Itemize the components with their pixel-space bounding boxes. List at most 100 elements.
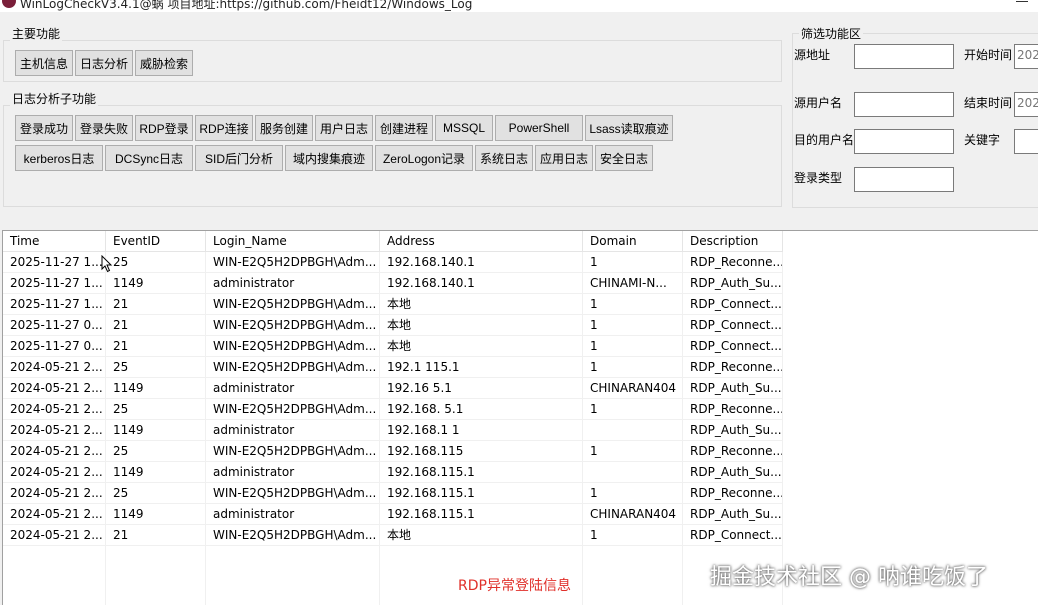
sid-backdoor-button[interactable]: SID后门分析 xyxy=(195,145,283,171)
table-row[interactable]: 2025-11-27 1... 1149 administrator 192.168.… xyxy=(3,273,783,294)
target-user-label: 目的用户名 xyxy=(794,133,855,147)
kerberos-log-button[interactable]: kerberos日志 xyxy=(15,145,103,171)
column-header-description[interactable]: Description xyxy=(683,231,783,252)
table-row[interactable]: 2024-05-21 2... 1149 administrator 192.168.… xyxy=(3,504,783,525)
table-cell: 25 xyxy=(106,252,206,273)
table-cell: 1 xyxy=(583,294,683,315)
table-row[interactable]: 2025-11-27 0... 21 WIN-E2Q5H2DPBGH\Adm... 本… xyxy=(3,315,783,336)
table-row[interactable]: 2024-05-21 2... 25 WIN-E2Q5H2DPBGH\Adm... 1… xyxy=(3,357,783,378)
sub-functions-title: 日志分析子功能 xyxy=(10,90,99,107)
mssql-button[interactable]: MSSQL xyxy=(435,115,493,141)
end-time-input[interactable]: 202 xyxy=(1014,92,1038,117)
table-cell xyxy=(583,462,683,483)
table-cell: 192.168. 5.1 xyxy=(380,399,583,420)
table-cell: 2024-05-21 2... xyxy=(3,441,106,462)
grid-header: Time EventID Login_Name Address Domain D… xyxy=(3,231,783,252)
table-cell: 1 xyxy=(583,483,683,504)
table-cell: administrator xyxy=(206,378,380,399)
table-cell: 2025-11-27 0... xyxy=(3,315,106,336)
lsass-read-button[interactable]: Lsass读取痕迹 xyxy=(585,115,673,141)
domain-collect-button[interactable]: 域内搜集痕迹 xyxy=(285,145,373,171)
table-cell: 192.168.115.1 xyxy=(380,483,583,504)
table-cell: CHINARAN404 xyxy=(583,378,683,399)
results-grid[interactable]: Time EventID Login_Name Address Domain D… xyxy=(2,230,1038,605)
table-cell: 1 xyxy=(583,525,683,546)
powershell-button[interactable]: PowerShell xyxy=(495,115,583,141)
column-divider xyxy=(782,252,783,605)
table-cell: 2024-05-21 2... xyxy=(3,504,106,525)
table-cell: 2024-05-21 2... xyxy=(3,462,106,483)
table-cell: 本地 xyxy=(380,525,583,546)
table-cell: 1 xyxy=(583,441,683,462)
service-create-button[interactable]: 服务创建 xyxy=(255,115,313,141)
start-time-input[interactable]: 202 xyxy=(1014,44,1038,69)
table-cell: 1 xyxy=(583,252,683,273)
source-user-input[interactable] xyxy=(854,92,954,117)
login-failure-button[interactable]: 登录失败 xyxy=(75,115,133,141)
source-address-label: 源地址 xyxy=(794,48,831,62)
table-row[interactable]: 2025-11-27 1... 25 WIN-E2Q5H2DPBGH\Adm... 1… xyxy=(3,252,783,273)
table-cell: WIN-E2Q5H2DPBGH\Adm... xyxy=(206,294,380,315)
log-analysis-button[interactable]: 日志分析 xyxy=(75,50,133,76)
table-cell: RDP_Connect... xyxy=(683,315,783,336)
column-header-address[interactable]: Address xyxy=(380,231,583,252)
table-cell: 25 xyxy=(106,399,206,420)
rdp-login-button[interactable]: RDP登录 xyxy=(135,115,193,141)
login-success-button[interactable]: 登录成功 xyxy=(15,115,73,141)
column-header-time[interactable]: Time xyxy=(3,231,106,252)
table-cell: 1149 xyxy=(106,378,206,399)
process-create-button[interactable]: 创建进程 xyxy=(375,115,433,141)
table-cell: RDP_Reconne... xyxy=(683,441,783,462)
table-row[interactable]: 2024-05-21 2... 1149 administrator 192.168.… xyxy=(3,420,783,441)
source-address-input[interactable] xyxy=(854,44,954,69)
table-cell: RDP_Reconne... xyxy=(683,357,783,378)
table-row[interactable]: 2025-11-27 1... 21 WIN-E2Q5H2DPBGH\Adm... 本… xyxy=(3,294,783,315)
table-cell: 21 xyxy=(106,294,206,315)
table-cell: 192.1 115.1 xyxy=(380,357,583,378)
zerologon-button[interactable]: ZeroLogon记录 xyxy=(375,145,473,171)
table-row[interactable]: 2024-05-21 2... 21 WIN-E2Q5H2DPBGH\Adm... 本… xyxy=(3,525,783,546)
table-cell: RDP_Reconne... xyxy=(683,483,783,504)
table-cell: 1 xyxy=(583,357,683,378)
table-cell: WIN-E2Q5H2DPBGH\Adm... xyxy=(206,315,380,336)
table-cell: 2024-05-21 2... xyxy=(3,483,106,504)
system-log-button[interactable]: 系统日志 xyxy=(475,145,533,171)
column-header-eventid[interactable]: EventID xyxy=(106,231,206,252)
column-header-login-name[interactable]: Login_Name xyxy=(206,231,380,252)
table-row[interactable]: 2024-05-21 2... 25 WIN-E2Q5H2DPBGH\Adm... 1… xyxy=(3,441,783,462)
column-header-domain[interactable]: Domain xyxy=(583,231,683,252)
table-cell: 192.168.140.1 xyxy=(380,273,583,294)
end-time-label: 结束时间 xyxy=(964,96,1013,110)
keyword-label: 关键字 xyxy=(964,133,1001,147)
mouse-cursor-icon xyxy=(101,255,113,273)
application-log-button[interactable]: 应用日志 xyxy=(535,145,593,171)
target-user-input[interactable] xyxy=(854,129,954,154)
table-cell: 2024-05-21 2... xyxy=(3,357,106,378)
user-log-button[interactable]: 用户日志 xyxy=(315,115,373,141)
keyword-input[interactable] xyxy=(1014,129,1038,154)
table-cell: administrator xyxy=(206,504,380,525)
table-cell: 192.168.115 xyxy=(380,441,583,462)
rdp-connect-button[interactable]: RDP连接 xyxy=(195,115,253,141)
table-row[interactable]: 2024-05-21 2... 25 WIN-E2Q5H2DPBGH\Adm... 1… xyxy=(3,399,783,420)
table-cell: RDP_Reconne... xyxy=(683,252,783,273)
security-log-button[interactable]: 安全日志 xyxy=(595,145,653,171)
host-info-button[interactable]: 主机信息 xyxy=(15,50,73,76)
main-functions-title: 主要功能 xyxy=(10,25,63,42)
table-row[interactable]: 2025-11-27 0... 21 WIN-E2Q5H2DPBGH\Adm... 本… xyxy=(3,336,783,357)
table-row[interactable]: 2024-05-21 2... 1149 administrator 192.16 5… xyxy=(3,378,783,399)
table-row[interactable]: 2024-05-21 2... 25 WIN-E2Q5H2DPBGH\Adm... 1… xyxy=(3,483,783,504)
column-divider xyxy=(205,252,206,605)
threat-search-button[interactable]: 威胁检索 xyxy=(135,50,193,76)
watermark-text: 掘金技术社区 @ 呐谁吃饭了 xyxy=(710,565,988,590)
table-row[interactable]: 2024-05-21 2... 1149 administrator 192.168.… xyxy=(3,462,783,483)
dcsync-log-button[interactable]: DCSync日志 xyxy=(105,145,193,171)
table-cell: 192.16 5.1 xyxy=(380,378,583,399)
table-cell: 1 xyxy=(583,315,683,336)
minimize-icon[interactable] xyxy=(1016,1,1028,2)
table-cell: WIN-E2Q5H2DPBGH\Adm... xyxy=(206,525,380,546)
logon-type-input[interactable] xyxy=(854,167,954,192)
app-icon xyxy=(2,0,16,8)
title-bar: WinLogCheckV3.4.1@蜗 项目地址:https://github.… xyxy=(0,0,1038,12)
table-cell: WIN-E2Q5H2DPBGH\Adm... xyxy=(206,357,380,378)
